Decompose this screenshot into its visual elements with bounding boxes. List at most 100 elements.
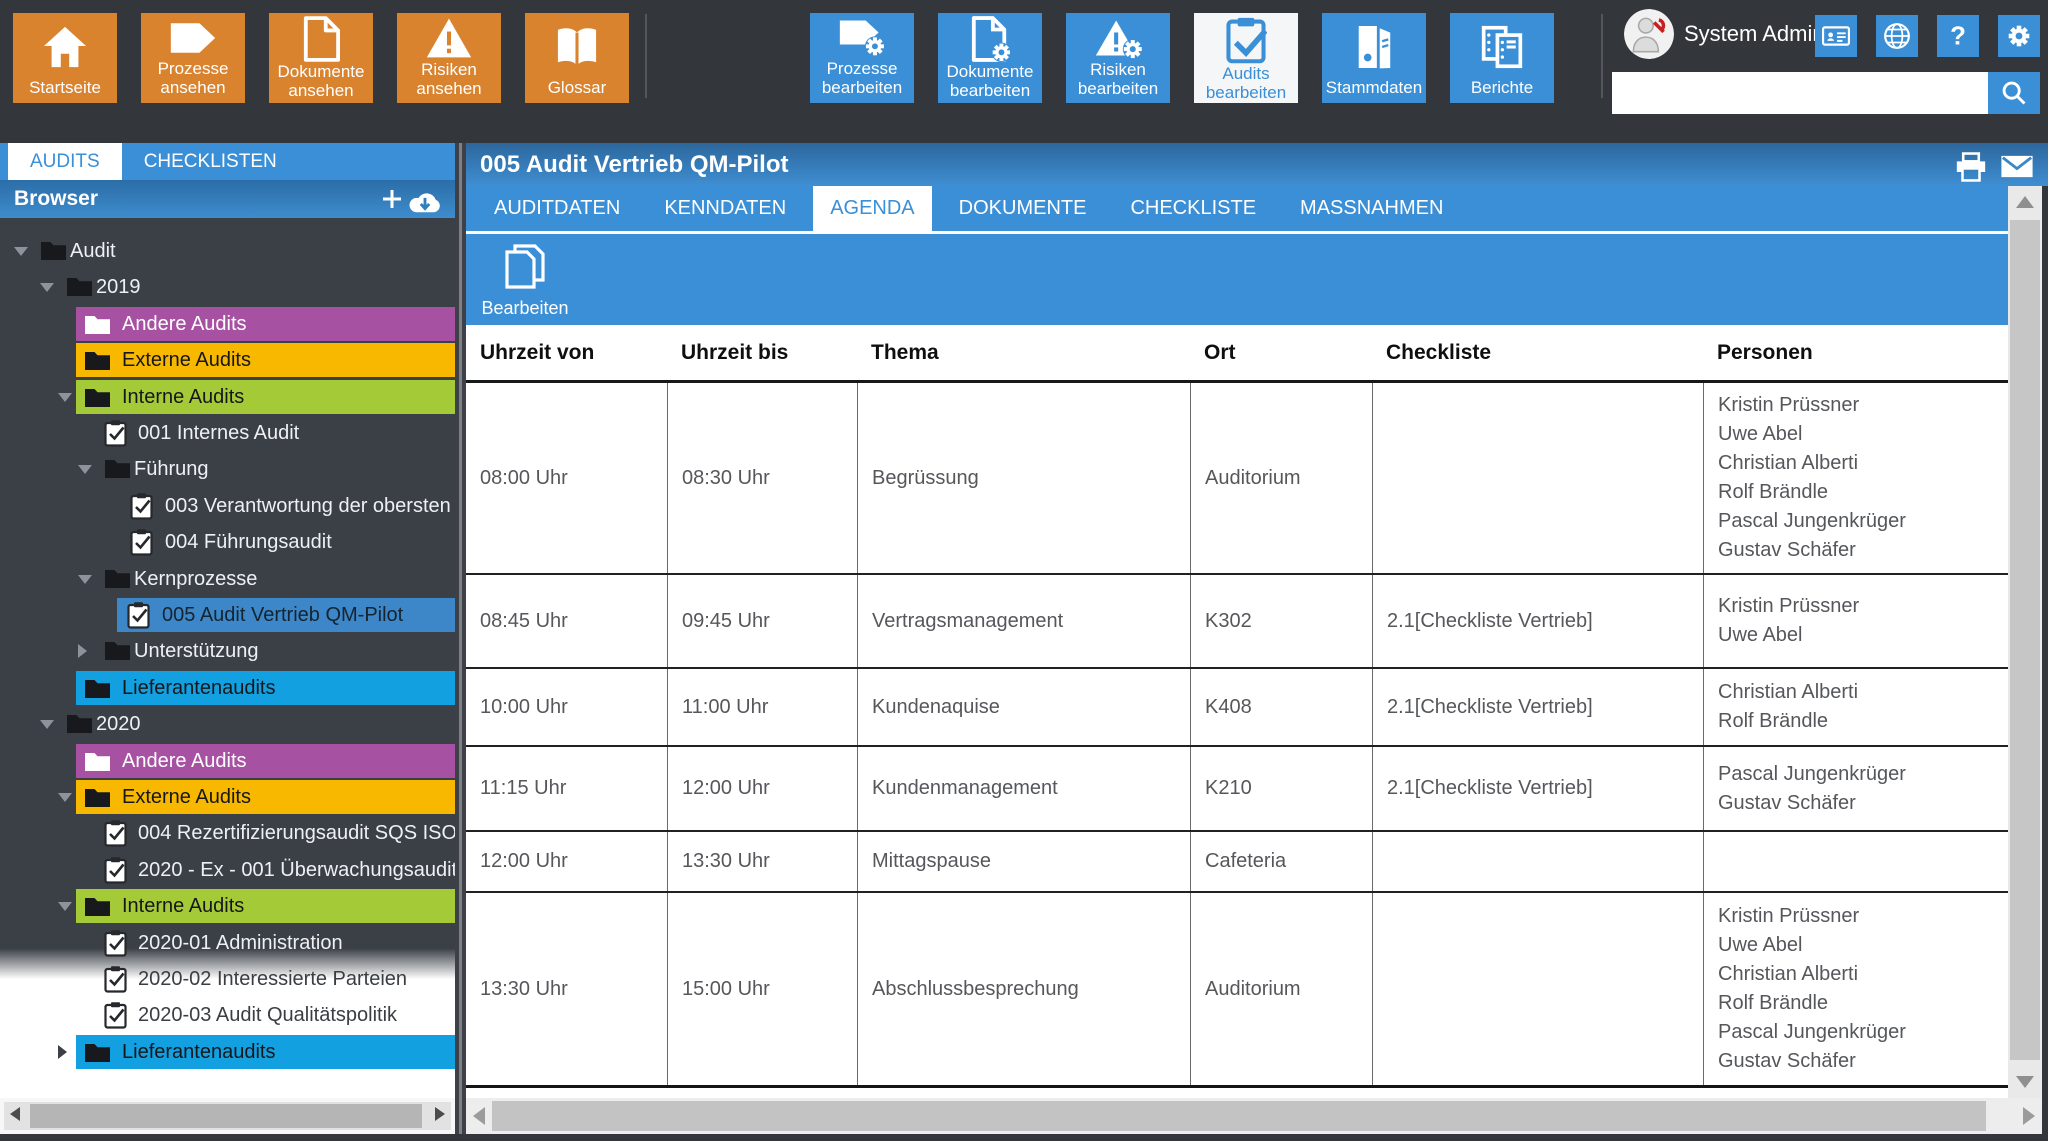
scrollbar-thumb[interactable] [492, 1101, 1986, 1131]
tree-item-2020[interactable]: 2020 [0, 706, 455, 742]
print-icon[interactable] [1954, 152, 1988, 182]
tile-glossar[interactable]: Glossar [525, 13, 629, 103]
tree-item-f-hrung[interactable]: Führung [0, 451, 455, 487]
tree-item-externe-audits[interactable]: Externe Audits [0, 779, 455, 815]
tree-item-2020-ex-001-berwachungsaudit-i[interactable]: 2020 - Ex - 001 Überwachungsaudit I [0, 852, 455, 888]
tree-item-001-internes-audit[interactable]: 001 Internes Audit [0, 415, 455, 451]
main-tab-bar: AUDITDATENKENNDATENAGENDADOKUMENTECHECKL… [466, 186, 2008, 231]
tab-kenndaten[interactable]: KENNDATEN [647, 186, 803, 231]
horizontal-scrollbar[interactable] [466, 1098, 2042, 1134]
mail-icon[interactable] [2000, 154, 2034, 179]
tree-item-2020-02-interessierte-parteien[interactable]: 2020-02 Interessierte Parteien [0, 961, 455, 997]
person-name: Rolf Brändle [1718, 478, 2008, 507]
tile-dokumente-ansehen[interactable]: Dokumenteansehen [269, 13, 373, 103]
person-name: Uwe Abel [1718, 931, 2008, 960]
tile-prozesse-ansehen[interactable]: Prozesseansehen [141, 13, 245, 103]
tile-startseite[interactable]: Startseite [13, 13, 117, 103]
cell-ort: Auditorium [1190, 383, 1372, 573]
tree-item-003-verantwortung-der-obersten-l[interactable]: 003 Verantwortung der obersten L [0, 488, 455, 524]
column-header-ort: Ort [1190, 325, 1372, 380]
tree-item-interne-audits[interactable]: Interne Audits [0, 379, 455, 415]
tab-massnahmen[interactable]: MASSNAHMEN [1283, 186, 1460, 231]
scroll-up-arrow[interactable] [2016, 196, 2034, 208]
agenda-row[interactable]: 10:00 Uhr11:00 UhrKundenaquiseK4082.1[Ch… [466, 669, 2008, 747]
agenda-row[interactable]: 08:45 Uhr09:45 UhrVertragsmanagementK302… [466, 575, 2008, 669]
tree-item-2020-01-administration[interactable]: 2020-01 Administration [0, 925, 455, 961]
cloud-download-button[interactable] [407, 189, 443, 214]
tile-risiken-ansehen[interactable]: Risikenansehen [397, 13, 501, 103]
agenda-row[interactable]: 12:00 Uhr13:30 UhrMittagspauseCafeteria [466, 832, 2008, 893]
agenda-row[interactable]: 08:00 Uhr08:30 UhrBegrüssungAuditoriumKr… [466, 383, 2008, 575]
scrollbar-thumb[interactable] [30, 1104, 422, 1128]
tree-item-2020-03-audit-qualit-tspolitik[interactable]: 2020-03 Audit Qualitätspolitik [0, 997, 455, 1033]
sidebar-splitter[interactable] [455, 143, 466, 1134]
tree-item-interne-audits[interactable]: Interne Audits [0, 888, 455, 924]
tile-audits-bearbeiten[interactable]: Auditsbearbeiten [1194, 13, 1298, 103]
scroll-down-arrow[interactable] [2016, 1076, 2034, 1088]
folder-icon [84, 787, 111, 808]
tree-category-block: Andere Audits [76, 307, 455, 341]
tile-berichte[interactable]: Berichte [1450, 13, 1554, 103]
tree-item-andere-audits[interactable]: Andere Audits [0, 306, 455, 342]
scroll-right-arrow[interactable] [435, 1107, 445, 1121]
chevron-down-icon[interactable] [58, 793, 72, 802]
chevron-down-icon[interactable] [58, 902, 72, 911]
tab-auditdaten[interactable]: AUDITDATEN [477, 186, 637, 231]
scroll-left-arrow[interactable] [473, 1107, 485, 1125]
id-card-button[interactable] [1815, 15, 1857, 57]
tree-item-lieferantenaudits[interactable]: Lieferantenaudits [0, 670, 455, 706]
edit-button[interactable]: Bearbeiten [474, 237, 576, 322]
chevron-down-icon[interactable] [40, 720, 54, 729]
tree-item-externe-audits[interactable]: Externe Audits [0, 342, 455, 378]
cell-bis: 11:00 Uhr [667, 669, 857, 745]
chevron-down-icon[interactable] [14, 247, 28, 256]
add-button[interactable] [381, 188, 403, 210]
chevron-down-icon[interactable] [78, 575, 92, 584]
chevron-right-icon[interactable] [58, 1045, 67, 1059]
settings-gear-button[interactable] [1998, 15, 2040, 57]
person-name: Kristin Prüssner [1718, 902, 2008, 931]
tree-item-kernprozesse[interactable]: Kernprozesse [0, 561, 455, 597]
admin-avatar-icon[interactable] [1624, 9, 1674, 59]
tree-category-block: Lieferantenaudits [76, 671, 455, 705]
chevron-right-icon[interactable] [78, 644, 87, 658]
agenda-table: Uhrzeit vonUhrzeit bisThemaOrtCheckliste… [466, 325, 2008, 1088]
tab-agenda[interactable]: AGENDA [813, 186, 931, 234]
tile-label: Stammdaten [1326, 78, 1422, 103]
vertical-scrollbar[interactable] [2008, 186, 2042, 1098]
tree-item-unterst-tzung[interactable]: Unterstützung [0, 633, 455, 669]
agenda-row[interactable]: 13:30 Uhr15:00 UhrAbschlussbesprechungAu… [466, 893, 2008, 1088]
tree-item-lieferantenaudits[interactable]: Lieferantenaudits [0, 1034, 455, 1070]
tile-dokumente-bearbeiten[interactable]: Dokumentebearbeiten [938, 13, 1042, 103]
help-button[interactable]: ? [1937, 15, 1979, 57]
tab-dokumente[interactable]: DOKUMENTE [942, 186, 1104, 231]
search-button[interactable] [1988, 72, 2040, 114]
globe-button[interactable] [1876, 15, 1918, 57]
cell-von: 08:45 Uhr [466, 575, 667, 667]
folder-icon [84, 1042, 111, 1063]
scroll-left-arrow[interactable] [10, 1107, 20, 1121]
person-name: Uwe Abel [1718, 420, 2008, 449]
scrollbar-thumb[interactable] [2010, 220, 2040, 1060]
tree-item-2019[interactable]: 2019 [0, 269, 455, 305]
sidebar-horizontal-scrollbar[interactable] [4, 1102, 451, 1130]
agenda-row[interactable]: 11:15 Uhr12:00 UhrKundenmanagementK2102.… [466, 747, 2008, 832]
search-input[interactable] [1612, 72, 1988, 114]
tree-item-andere-audits[interactable]: Andere Audits [0, 743, 455, 779]
tile-stammdaten[interactable]: Stammdaten [1322, 13, 1426, 103]
tree-item-audit[interactable]: Audit [0, 233, 455, 269]
tab-checkliste[interactable]: CHECKLISTE [1113, 186, 1273, 231]
scroll-right-arrow[interactable] [2023, 1107, 2035, 1125]
tile-prozesse-bearbeiten[interactable]: Prozessebearbeiten [810, 13, 914, 103]
tile-risiken-bearbeiten[interactable]: Risikenbearbeiten [1066, 13, 1170, 103]
sidebar-tab-audits[interactable]: AUDITS [8, 143, 122, 180]
chevron-down-icon[interactable] [78, 465, 92, 474]
tree-item-005-audit-vertrieb-qm-pilot[interactable]: 005 Audit Vertrieb QM-Pilot [0, 597, 455, 633]
chevron-down-icon[interactable] [58, 393, 72, 402]
tree-item-004-rezertifizierungsaudit-sqs-iso-9[interactable]: 004 Rezertifizierungsaudit SQS ISO 9 [0, 815, 455, 851]
chevron-down-icon[interactable] [40, 283, 54, 292]
folder-icon [84, 751, 111, 772]
cell-bis: 13:30 Uhr [667, 832, 857, 891]
sidebar-tab-checklisten[interactable]: CHECKLISTEN [122, 143, 299, 180]
tree-item-004-f-hrungsaudit[interactable]: 004 Führungsaudit [0, 524, 455, 560]
